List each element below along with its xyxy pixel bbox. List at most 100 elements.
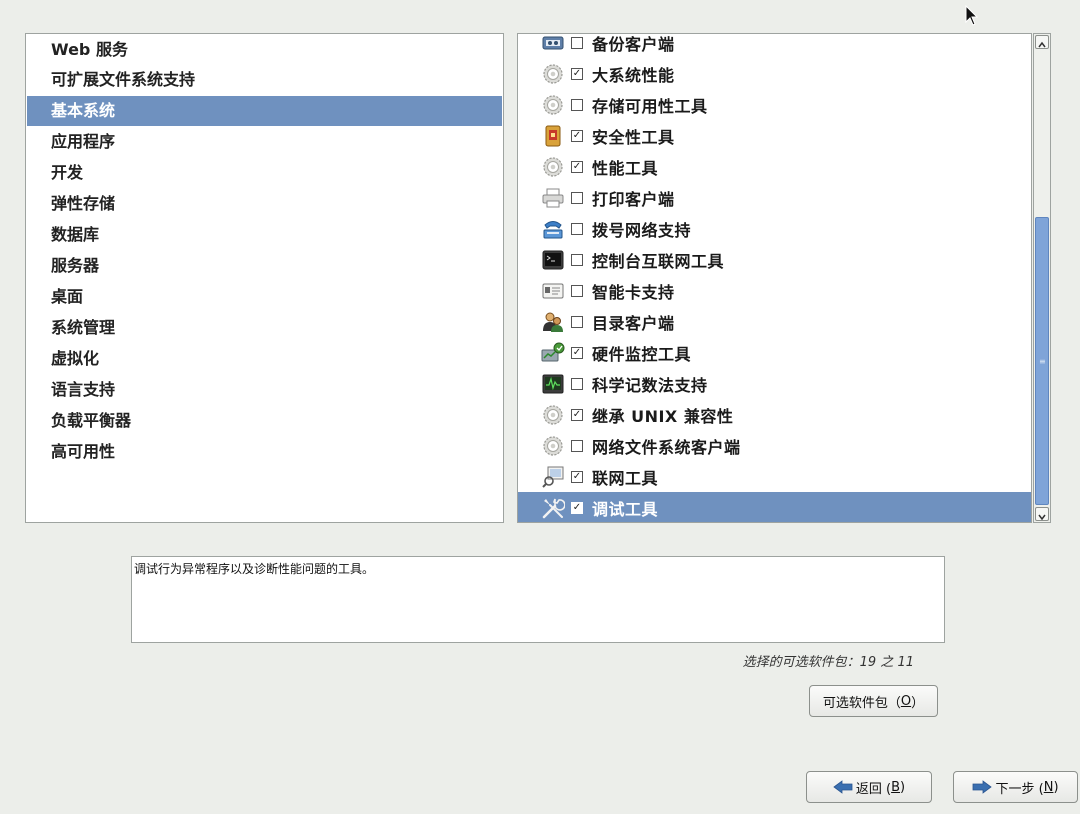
- package-list-scrollbar[interactable]: ≡: [1033, 33, 1051, 523]
- printer-icon: [541, 186, 565, 210]
- package-row[interactable]: ✓ 继承 UNIX 兼容性: [518, 399, 1031, 430]
- package-checkbox[interactable]: ✓: [571, 501, 583, 514]
- package-row[interactable]: 拨号网络支持: [518, 213, 1031, 244]
- package-checkbox[interactable]: ✓: [571, 408, 583, 421]
- group-item[interactable]: 语言支持: [27, 375, 502, 405]
- description-text: 调试行为异常程序以及诊断性能问题的工具。: [134, 562, 375, 576]
- chevron-down-icon: [1038, 514, 1046, 521]
- grip-icon: ≡: [1039, 357, 1046, 366]
- package-checkbox[interactable]: [571, 377, 583, 390]
- group-item[interactable]: 虚拟化: [27, 344, 502, 374]
- package-row[interactable]: ✓ 性能工具: [518, 151, 1031, 182]
- package-row[interactable]: 控制台互联网工具: [518, 244, 1031, 275]
- package-row[interactable]: ✓ 大系统性能: [518, 58, 1031, 89]
- group-item[interactable]: 开发: [27, 158, 502, 188]
- smart-card-icon: [541, 279, 565, 303]
- wrench-screwdriver-icon: [541, 496, 565, 520]
- package-checkbox[interactable]: ✓: [571, 160, 583, 173]
- mouse-cursor-icon: [965, 5, 979, 26]
- package-checkbox[interactable]: [571, 439, 583, 452]
- package-row[interactable]: ✓ 调试工具: [518, 492, 1031, 522]
- group-item[interactable]: 服务器: [27, 251, 502, 281]
- group-item[interactable]: 可扩展文件系统支持: [27, 65, 502, 95]
- package-row[interactable]: ✓ 联网工具: [518, 461, 1031, 492]
- package-label: 调试工具: [592, 499, 659, 519]
- group-item[interactable]: 应用程序: [27, 127, 502, 157]
- package-checkbox[interactable]: [571, 284, 583, 297]
- package-checkbox[interactable]: [571, 36, 583, 49]
- package-checkbox[interactable]: ✓: [571, 129, 583, 142]
- back-mnemonic: B: [891, 779, 901, 795]
- selection-count-prefix: 选择的可选软件包：: [742, 655, 860, 670]
- next-label: 下一步 (: [995, 781, 1044, 797]
- package-row[interactable]: 智能卡支持: [518, 275, 1031, 306]
- group-item[interactable]: 弹性存储: [27, 189, 502, 219]
- package-row[interactable]: 存储可用性工具: [518, 89, 1031, 120]
- package-checkbox[interactable]: [571, 191, 583, 204]
- package-row[interactable]: 科学记数法支持: [518, 368, 1031, 399]
- package-description: 调试行为异常程序以及诊断性能问题的工具。: [131, 556, 945, 643]
- hardware-monitor-icon: [541, 341, 565, 365]
- package-checkbox[interactable]: [571, 253, 583, 266]
- scroll-thumb[interactable]: ≡: [1035, 217, 1049, 505]
- terminal-icon: [541, 248, 565, 272]
- chevron-up-icon: [1038, 41, 1046, 48]
- group-item[interactable]: 高可用性: [27, 437, 502, 467]
- gear-icon: [541, 93, 565, 117]
- package-checkbox[interactable]: [571, 315, 583, 328]
- back-suffix: ): [900, 779, 906, 795]
- package-checkbox[interactable]: ✓: [571, 346, 583, 359]
- left-arrow-icon: [833, 780, 853, 794]
- selection-count: 选择的可选软件包：19 之 11: [743, 651, 914, 670]
- selection-count-value: 19 之 11: [859, 655, 914, 670]
- gear-icon: [541, 155, 565, 179]
- scroll-down-button[interactable]: [1035, 507, 1049, 521]
- group-item[interactable]: 负载平衡器: [27, 406, 502, 436]
- directory-users-icon: [541, 310, 565, 334]
- package-checkbox[interactable]: [571, 98, 583, 111]
- network-tools-icon: [541, 465, 565, 489]
- group-item[interactable]: 基本系统: [27, 96, 502, 126]
- right-arrow-icon: [972, 780, 993, 794]
- package-label: 存储可用性工具: [592, 96, 708, 116]
- package-label: 联网工具: [592, 468, 659, 488]
- next-button[interactable]: 下一步 (N): [953, 771, 1078, 803]
- optional-packages-suffix: ）: [911, 695, 925, 711]
- gear-icon: [541, 434, 565, 458]
- package-label: 安全性工具: [592, 127, 675, 147]
- package-label: 智能卡支持: [592, 282, 675, 302]
- package-row[interactable]: 网络文件系统客户端: [518, 430, 1031, 461]
- package-row[interactable]: 打印客户端: [518, 182, 1031, 213]
- gear-icon: [541, 403, 565, 427]
- group-item[interactable]: 系统管理: [27, 313, 502, 343]
- package-row[interactable]: 备份客户端: [518, 34, 1031, 58]
- tape-backup-icon: [541, 34, 565, 55]
- package-label: 继承 UNIX 兼容性: [592, 406, 734, 426]
- package-label: 性能工具: [592, 158, 659, 178]
- group-item[interactable]: 桌面: [27, 282, 502, 312]
- package-checkbox[interactable]: ✓: [571, 470, 583, 483]
- package-row[interactable]: ✓ 安全性工具: [518, 120, 1031, 151]
- package-checkbox[interactable]: ✓: [571, 67, 583, 80]
- package-label: 目录客户端: [592, 313, 675, 333]
- next-suffix: ): [1053, 779, 1059, 795]
- modem-phone-icon: [541, 217, 565, 241]
- security-shield-icon: [541, 124, 565, 148]
- next-mnemonic: N: [1043, 779, 1054, 795]
- package-row[interactable]: 目录客户端: [518, 306, 1031, 337]
- package-label: 网络文件系统客户端: [592, 437, 741, 457]
- group-item[interactable]: 数据库: [27, 220, 502, 250]
- optional-packages-mnemonic: O: [900, 693, 912, 709]
- back-button[interactable]: 返回 (B): [806, 771, 932, 803]
- package-list[interactable]: 备份客户端 ✓ 大系统性能存储可用性工具 ✓ 安全性工具 ✓ 性能工具打印客户端拨号网络支持…: [517, 33, 1032, 523]
- optional-packages-button[interactable]: 可选软件包（ O）: [809, 685, 938, 717]
- scroll-up-button[interactable]: [1035, 35, 1049, 49]
- package-label: 硬件监控工具: [592, 344, 692, 364]
- package-checkbox[interactable]: [571, 222, 583, 235]
- group-item[interactable]: Web 服务: [27, 35, 502, 65]
- package-row[interactable]: ✓ 硬件监控工具: [518, 337, 1031, 368]
- gear-icon: [541, 62, 565, 86]
- package-label: 大系统性能: [592, 65, 675, 85]
- package-label: 拨号网络支持: [592, 220, 692, 240]
- package-group-list[interactable]: Web 服务 可扩展文件系统支持 基本系统 应用程序 开发 弹性存储 数据库 服务器 桌面 系统管…: [25, 33, 504, 523]
